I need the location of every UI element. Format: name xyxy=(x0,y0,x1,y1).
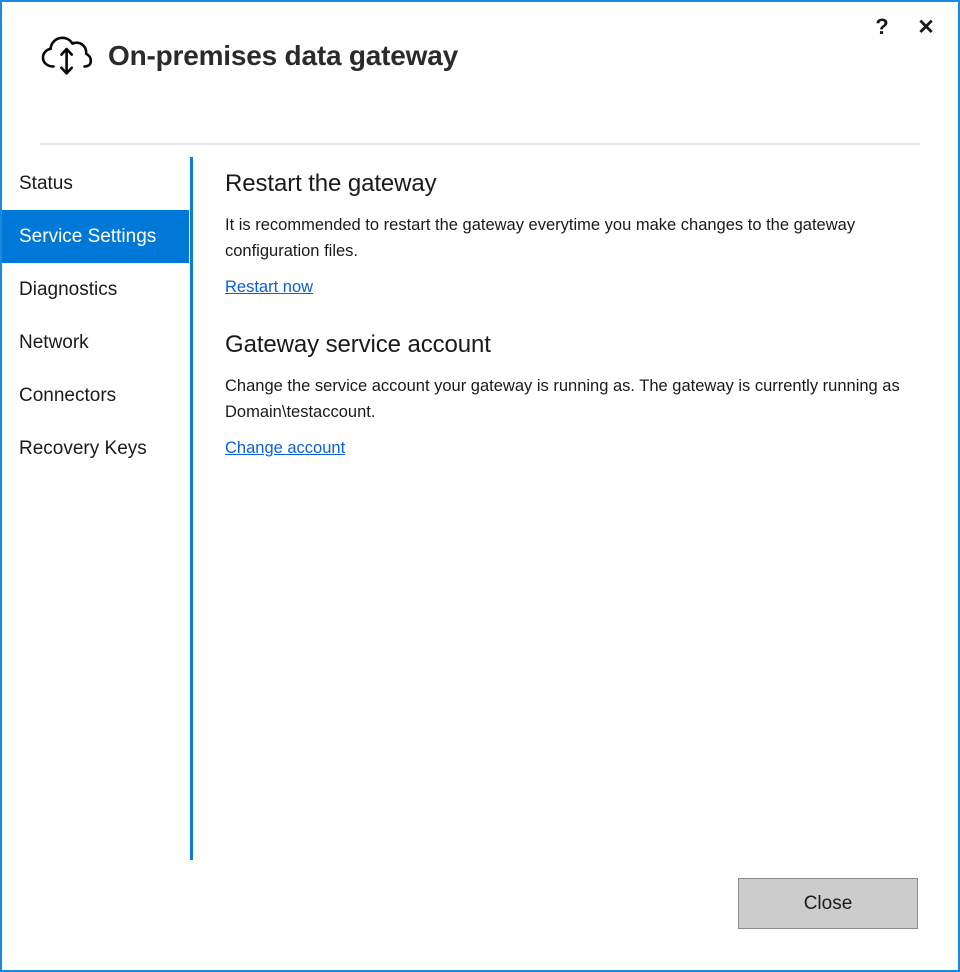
app-title-block: On-premises data gateway xyxy=(38,28,458,84)
close-icon[interactable]: ✕ xyxy=(904,10,948,44)
window-controls: ? ✕ xyxy=(860,10,948,44)
gateway-service-account-description: Change the service account your gateway … xyxy=(225,377,900,421)
change-account-link[interactable]: Change account xyxy=(225,439,345,458)
header-divider xyxy=(40,143,920,145)
sidebar-item-diagnostics[interactable]: Diagnostics xyxy=(2,263,189,316)
help-icon[interactable]: ? xyxy=(860,10,904,44)
restart-gateway-section: Restart the gateway It is recommended to… xyxy=(225,170,925,297)
title-bar: On-premises data gateway ? ✕ xyxy=(2,2,958,122)
restart-gateway-heading: Restart the gateway xyxy=(225,170,437,197)
gateway-configuration-window: On-premises data gateway ? ✕ Status Serv… xyxy=(0,0,960,972)
cloud-updown-arrow-icon xyxy=(41,36,93,75)
sidebar-item-network[interactable]: Network xyxy=(2,316,189,369)
sidebar-content-divider xyxy=(190,157,193,860)
gateway-service-account-section: Gateway service account Change the servi… xyxy=(225,331,925,458)
sidebar-item-connectors[interactable]: Connectors xyxy=(2,369,189,422)
close-button[interactable]: Close xyxy=(738,878,918,929)
page-title: On-premises data gateway xyxy=(108,40,458,71)
restart-now-link[interactable]: Restart now xyxy=(225,278,313,297)
sidebar-item-service-settings[interactable]: Service Settings xyxy=(2,210,189,263)
sidebar-item-status[interactable]: Status xyxy=(2,157,189,210)
sidebar-nav: Status Service Settings Diagnostics Netw… xyxy=(2,157,189,475)
sidebar-item-recovery-keys[interactable]: Recovery Keys xyxy=(2,422,189,475)
main-content: Restart the gateway It is recommended to… xyxy=(225,170,925,486)
restart-gateway-description: It is recommended to restart the gateway… xyxy=(225,216,856,260)
gateway-service-account-heading: Gateway service account xyxy=(225,331,491,358)
